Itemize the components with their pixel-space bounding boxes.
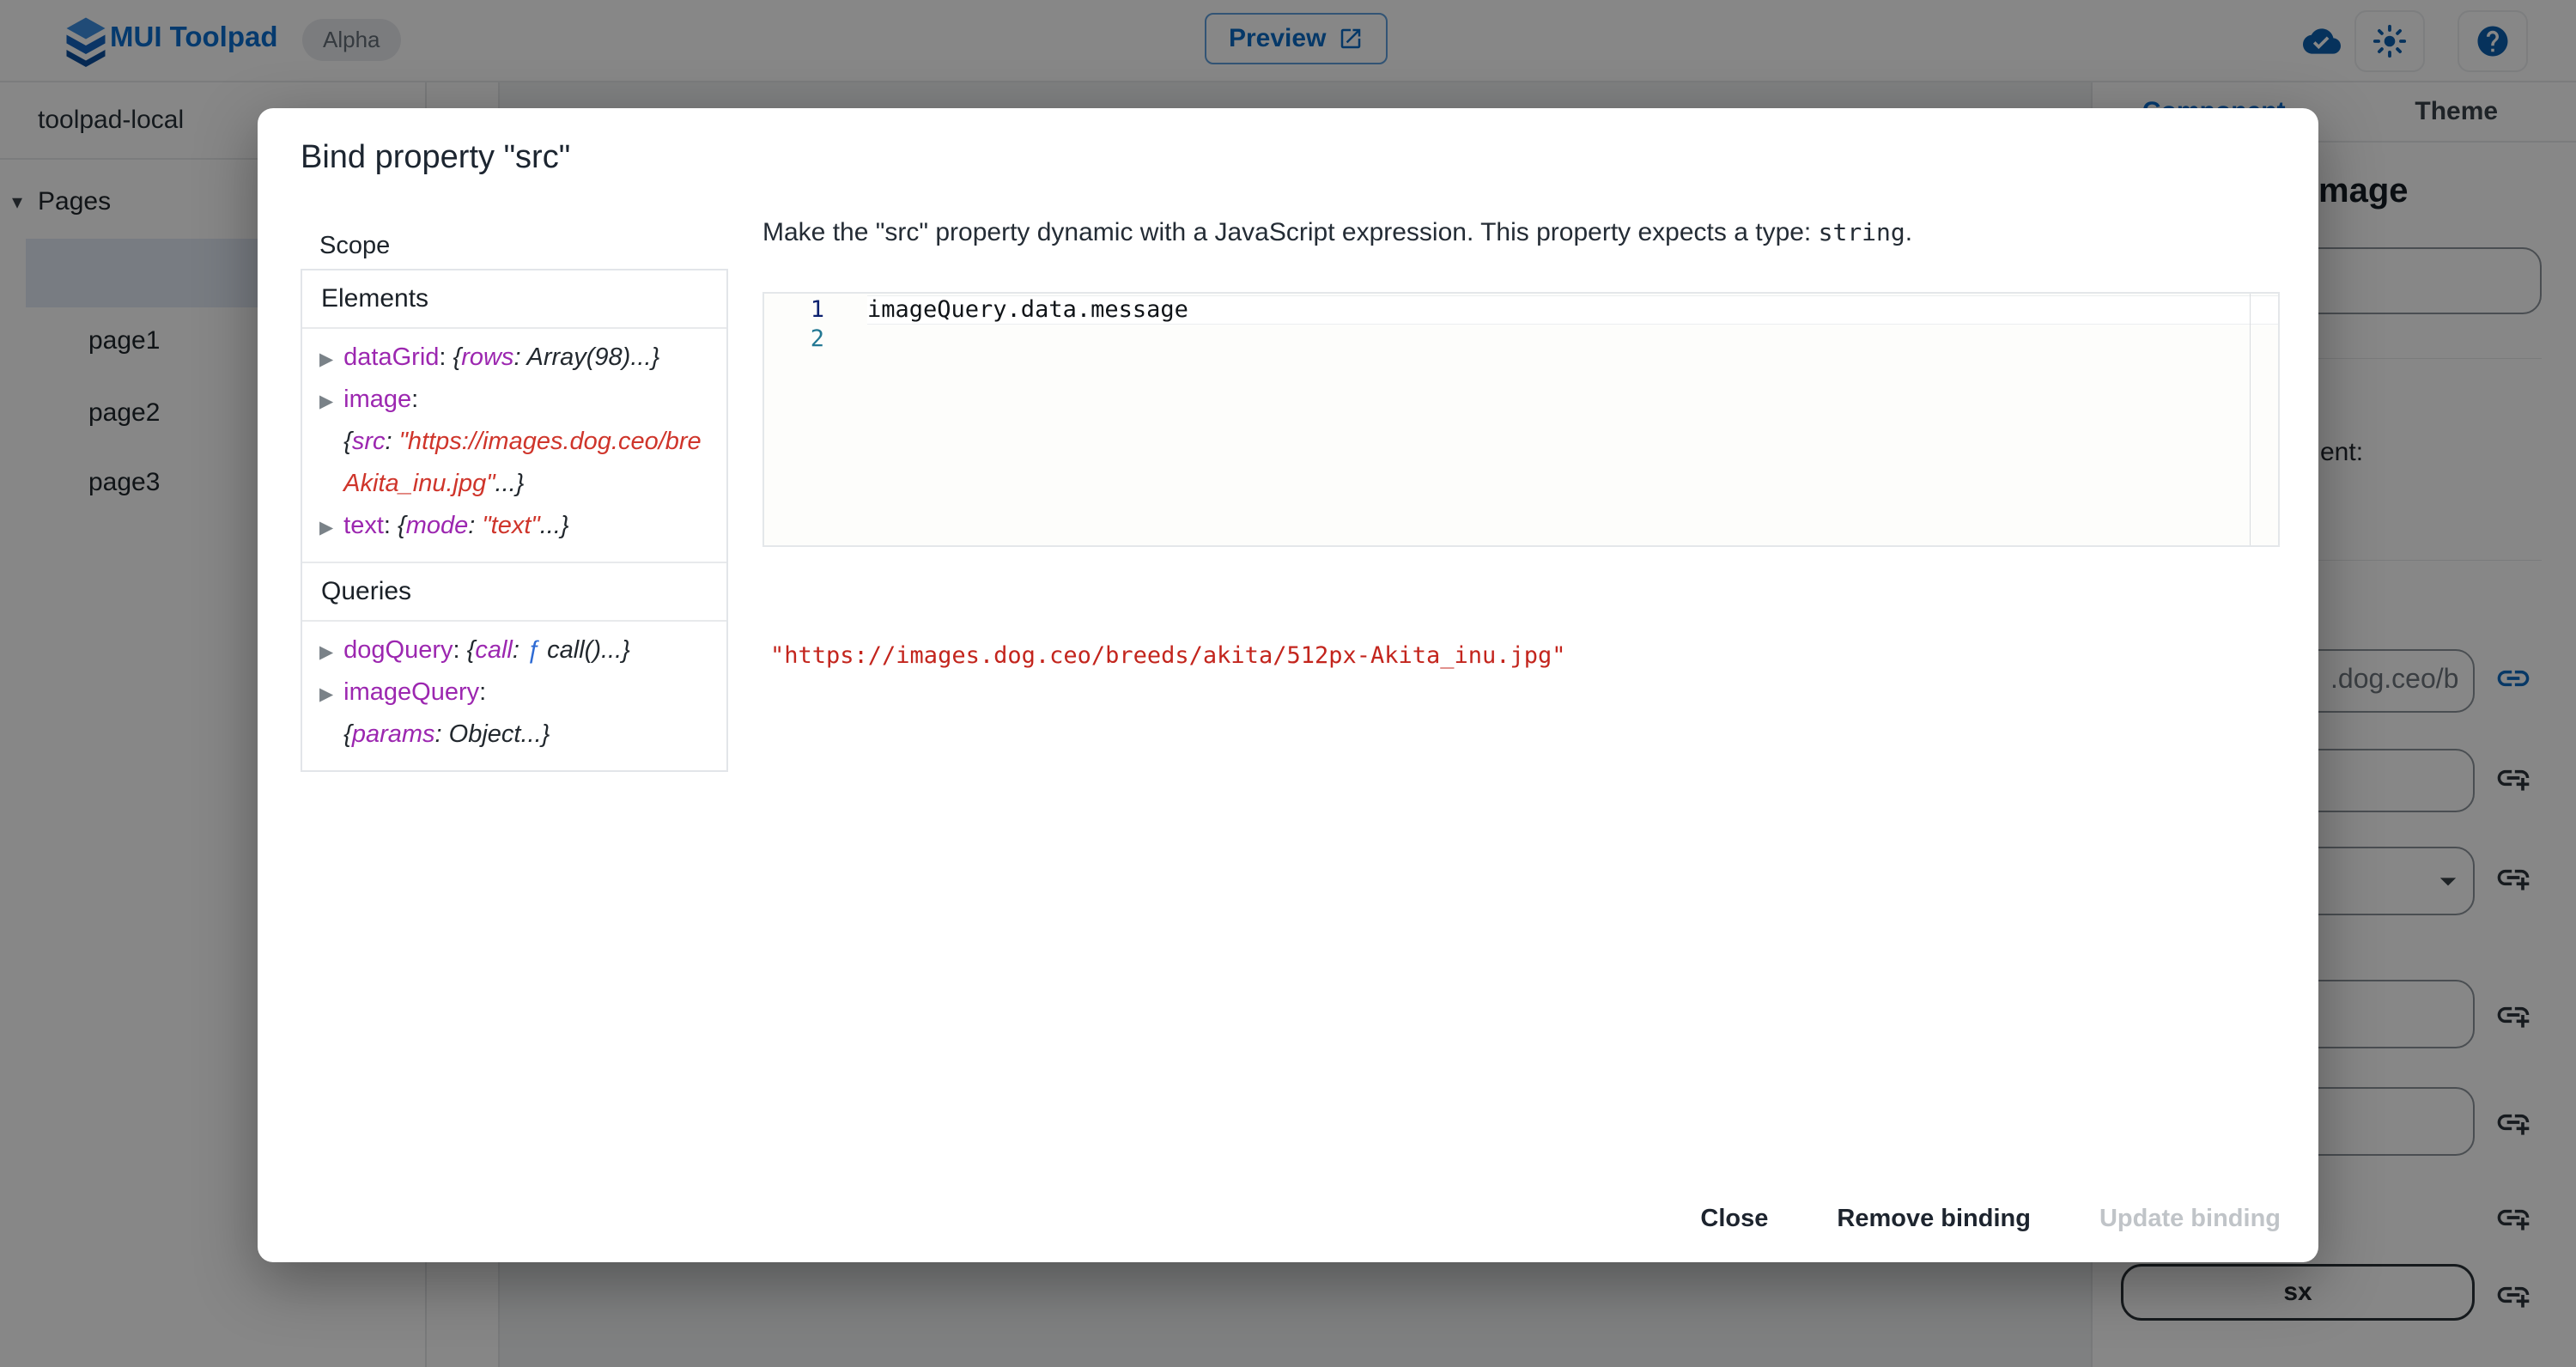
scope-token: call: [475, 636, 513, 664]
scope-token: :: [386, 428, 399, 455]
scope-tree-row[interactable]: ▶ text: {mode: "text"...}: [319, 506, 709, 548]
scope-token: {: [343, 428, 352, 455]
scope-token: ...}: [630, 343, 659, 371]
description-text: Make the "src" property dynamic with a J…: [762, 218, 1819, 246]
scope-token: :: [513, 343, 526, 371]
scope-token: ...}: [521, 720, 550, 748]
scope-tree-row[interactable]: ▶ image:: [319, 380, 709, 422]
scope-token: params: [352, 720, 435, 748]
scope-token: :: [411, 386, 418, 413]
editor-line[interactable]: 1 imageQuery.data.message: [764, 295, 2278, 325]
line-number: 1: [764, 295, 824, 325]
description-period: .: [1905, 218, 1912, 246]
scope-token: Array(98): [526, 343, 630, 371]
scope-token: ...}: [601, 636, 630, 664]
scope-token: ...}: [495, 470, 525, 497]
scope-tree-row[interactable]: ▶ dataGrid: {rows: Array(98)...}: [319, 337, 709, 380]
scope-section: Queries▶dogQuery: {call: ƒ call()...}▶im…: [302, 562, 726, 770]
scope-token: :: [439, 343, 453, 371]
scope-token: :: [435, 720, 449, 748]
scope-token: {: [343, 720, 352, 748]
update-binding-button: Update binding: [2093, 1194, 2287, 1243]
scope-label: Scope: [319, 232, 390, 260]
bind-property-dialog: Bind property "src" Scope Elements ▶ dataG…: [258, 108, 2318, 1262]
remove-binding-button[interactable]: Remove binding: [1830, 1194, 2038, 1243]
scope-token: {: [398, 512, 406, 539]
dialog-actions: Close Remove binding Update binding: [1693, 1194, 2287, 1243]
scope-token: :: [384, 512, 398, 539]
scope-token: dataGrid: [343, 343, 439, 371]
scope-tree-row[interactable]: ▶{params: Object...}: [319, 714, 709, 756]
scope-token: call(): [547, 636, 601, 664]
scope-token: :: [453, 636, 467, 664]
line-code: imageQuery.data.message: [867, 295, 2278, 325]
close-button[interactable]: Close: [1693, 1194, 1775, 1243]
scope-token: imageQuery: [343, 678, 479, 706]
screen: MUI Toolpad Alpha Preview: [0, 0, 2576, 1367]
line-code: [867, 325, 2278, 354]
scope-token: dogQuery: [343, 636, 453, 664]
scope-tree-row[interactable]: ▶ dogQuery: {call: ƒ call()...}: [319, 630, 709, 672]
expand-triangle-icon[interactable]: ▶: [319, 518, 333, 538]
scope-rows: ▶dataGrid: {rows: Array(98)...}▶image: ▶…: [302, 329, 726, 562]
scope-rows: ▶dogQuery: {call: ƒ call()...}▶imageQuer…: [302, 622, 726, 770]
scope-token: :: [513, 636, 526, 664]
scope-token: image: [343, 386, 411, 413]
scope-token: src: [352, 428, 386, 455]
line-number: 2: [764, 325, 824, 354]
scope-token: mode: [406, 512, 469, 539]
dialog-title: Bind property "src": [301, 139, 570, 176]
scope-token: {: [467, 636, 476, 664]
editor-line[interactable]: 2: [764, 325, 2278, 354]
scope-tree-row[interactable]: ▶{src: "https://images.dog.ceo/bre: [319, 422, 709, 464]
scope-tree-row[interactable]: ▶Akita_inu.jpg"...}: [319, 464, 709, 506]
scope-token: ...}: [540, 512, 569, 539]
scope-section-title: Elements: [302, 270, 726, 329]
scope-token: Akita_inu.jpg": [343, 470, 495, 497]
scope-token: "https://images.dog.ceo/bre: [399, 428, 702, 455]
scope-panel: Elements▶dataGrid: {rows: Array(98)...}▶…: [301, 269, 728, 772]
scope-token: rows: [461, 343, 513, 371]
dialog-description: Make the "src" property dynamic with a J…: [762, 218, 1912, 247]
scope-token: Object: [449, 720, 521, 748]
scope-section: Elements▶dataGrid: {rows: Array(98)...}▶…: [302, 270, 726, 562]
expand-triangle-icon[interactable]: ▶: [319, 392, 333, 411]
expression-code-editor[interactable]: 1 imageQuery.data.message 2: [762, 292, 2280, 547]
scope-token: text: [343, 512, 384, 539]
expand-triangle-icon[interactable]: ▶: [319, 684, 333, 704]
scope-token: :: [479, 678, 486, 706]
scope-token: {: [453, 343, 462, 371]
editor-scrollbar[interactable]: [2250, 294, 2251, 545]
scope-token: :: [468, 512, 482, 539]
expand-triangle-icon[interactable]: ▶: [319, 642, 333, 662]
type-token: string: [1819, 218, 1905, 246]
expand-triangle-icon[interactable]: ▶: [319, 349, 333, 369]
scope-token: ƒ: [526, 636, 547, 664]
scope-token: "text": [482, 512, 539, 539]
scope-tree-row[interactable]: ▶ imageQuery:: [319, 672, 709, 714]
expression-result: "https://images.dog.ceo/breeds/akita/512…: [770, 642, 1566, 669]
scope-section-title: Queries: [302, 562, 726, 622]
